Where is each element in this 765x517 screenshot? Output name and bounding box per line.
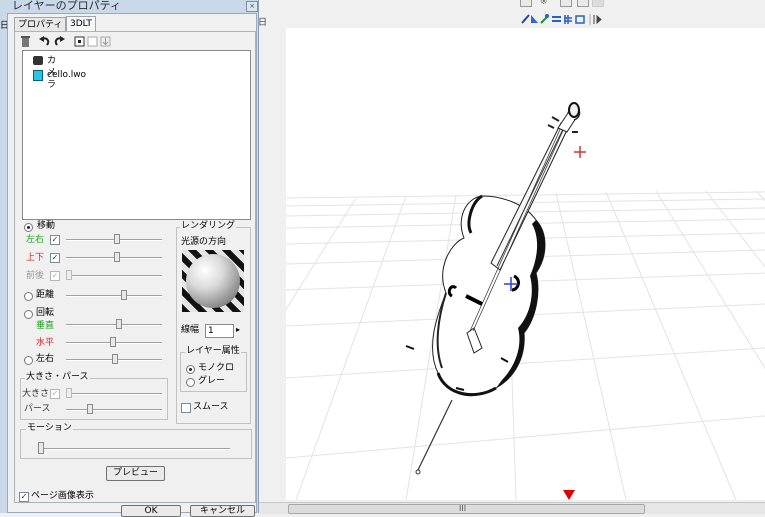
light-direction-control[interactable]: [182, 250, 244, 312]
vertical-label: 垂直: [36, 321, 55, 331]
mono-radio[interactable]: [186, 365, 195, 374]
layer-list[interactable]: カメラ cello.lwo: [22, 50, 251, 220]
cancel-button[interactable]: キャンセル: [190, 505, 255, 517]
rotate-label: 回転: [36, 308, 55, 318]
undo-icon: [39, 36, 50, 46]
cello-render: [165, 102, 765, 501]
distance-label: 距離: [36, 290, 55, 300]
ud-slider-thumb[interactable]: [114, 252, 120, 262]
tool-icons-row: [520, 12, 630, 26]
page-image-display-checkbox[interactable]: ✓: [19, 492, 29, 502]
motion-legend: モーション: [26, 423, 73, 434]
fb-label: 前後: [26, 271, 45, 281]
marker-triangle: [563, 490, 575, 500]
lr2-slider-thumb[interactable]: [112, 354, 118, 364]
horizontal-slider-thumb[interactable]: [110, 337, 116, 347]
horizontal-label: 水平: [36, 338, 55, 348]
panel-titlebar: レイヤーのプロパティ ×: [0, 0, 258, 12]
rendering-legend: レンダリング: [180, 221, 237, 232]
perspective-slider-thumb[interactable]: [87, 404, 93, 414]
object-cube-icon: [33, 70, 43, 81]
distance-radio[interactable]: [24, 292, 33, 301]
toolbar-button-3[interactable]: [577, 0, 589, 7]
horizontal-scrollbar[interactable]: III: [258, 502, 765, 514]
vertical-slider-thumb[interactable]: [116, 319, 122, 329]
panel-left-border: [0, 13, 7, 511]
gray-label: グレー: [198, 376, 226, 386]
ok-button[interactable]: OK: [121, 505, 181, 517]
layer-name: cello.lwo: [47, 70, 87, 80]
size-label: 大きさ: [22, 389, 50, 399]
trash-icon: [21, 36, 30, 47]
3d-viewport[interactable]: [165, 28, 765, 501]
redo-icon: [54, 36, 65, 46]
distance-slider-thumb[interactable]: [121, 290, 127, 300]
page-image-display-label: ページ画像表示: [31, 491, 94, 501]
layer-toolbar: [21, 36, 111, 47]
preview-button[interactable]: プレビュー: [106, 466, 165, 481]
cello-model: [405, 102, 581, 475]
red-cross-marker: [574, 146, 586, 158]
camera-icon: [33, 56, 43, 65]
mono-label: モノクロ: [198, 363, 235, 373]
panel-title: レイヤーのプロパティ: [12, 0, 122, 12]
layer-properties-panel: レイヤーのプロパティ × 日 プロパティ 3DLT カメラ cello.lwo …: [0, 0, 259, 517]
perspective-label: パース: [24, 404, 51, 414]
lr-label: 左右: [26, 235, 45, 245]
tool-icons[interactable]: [520, 12, 630, 26]
spin-right-icon[interactable]: ▸: [236, 325, 240, 334]
lr-checkbox[interactable]: ✓: [50, 235, 60, 245]
ud-label: 上下: [26, 253, 45, 263]
ud-checkbox[interactable]: ✓: [50, 253, 60, 263]
tab-properties[interactable]: プロパティ: [14, 17, 67, 32]
move-radio[interactable]: [24, 223, 33, 232]
top-toolbar: ※: [520, 0, 640, 10]
lr2-radio[interactable]: [24, 356, 33, 365]
smooth-checkbox[interactable]: [181, 403, 191, 413]
size-slider-track[interactable]: [66, 393, 162, 395]
layer-attribute-legend: レイヤー属性: [185, 346, 241, 357]
scrollbar-grip: III: [459, 504, 467, 513]
vertical-slider-track[interactable]: [66, 324, 162, 326]
rotate-radio[interactable]: [24, 310, 33, 319]
line-width-input[interactable]: 1: [205, 324, 234, 338]
tab-3dlt[interactable]: 3DLT: [66, 16, 96, 32]
light-sphere: [186, 254, 240, 308]
motion-slider-track[interactable]: [38, 448, 230, 450]
size-slider-thumb[interactable]: [66, 388, 72, 398]
line-width-label: 線幅: [181, 325, 200, 335]
gray-radio[interactable]: [186, 378, 195, 387]
size-checkbox[interactable]: ✓: [50, 389, 60, 399]
smooth-label: スムース: [193, 402, 229, 412]
fb-checkbox[interactable]: ✓: [50, 271, 60, 281]
toolbar-button-2[interactable]: [560, 0, 572, 7]
toolbar-button-4[interactable]: [592, 0, 604, 7]
fb-slider-thumb[interactable]: [66, 270, 72, 280]
perspective-slider-track[interactable]: [66, 409, 162, 411]
light-direction-label: 光源の方向: [181, 237, 227, 247]
lr-slider-thumb[interactable]: [114, 234, 120, 244]
close-button[interactable]: ×: [246, 1, 258, 12]
motion-slider-thumb[interactable]: [38, 442, 44, 454]
size-perspective-legend: 大きさ・パース: [25, 372, 90, 383]
settings-icon[interactable]: ※: [540, 0, 548, 7]
toolbar-button-1[interactable]: [520, 0, 532, 7]
distance-slider-track[interactable]: [66, 295, 162, 297]
fb-slider-track[interactable]: [66, 275, 162, 277]
lr2-label: 左右: [36, 354, 55, 364]
move-label: 移動: [37, 221, 56, 231]
